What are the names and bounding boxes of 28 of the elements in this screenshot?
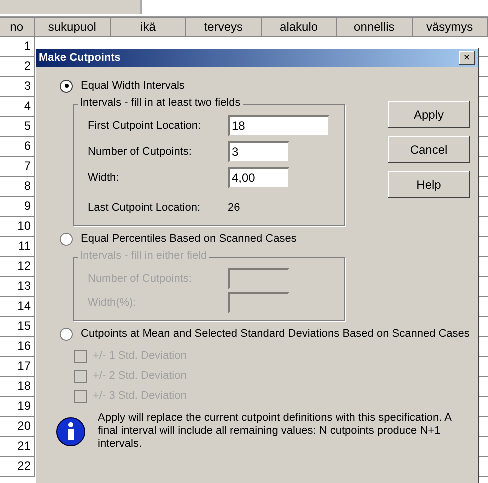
- input-field[interactable]: 4,00: [228, 167, 290, 189]
- dialog-button[interactable]: Apply: [388, 101, 470, 128]
- column-header[interactable]: väsymys: [412, 17, 488, 37]
- column-header[interactable]: no: [0, 17, 35, 37]
- dialog-button[interactable]: Help: [388, 171, 470, 198]
- column-header[interactable]: ikä: [111, 17, 186, 37]
- dialog-button[interactable]: Cancel: [388, 136, 470, 163]
- input-field[interactable]: 18: [228, 115, 330, 137]
- field-label: Number of Cutpoints:: [88, 146, 193, 158]
- cell-editor-field[interactable]: [0, 0, 142, 14]
- window-title: Make Cutpoints: [39, 52, 121, 64]
- result-value: 26: [228, 202, 240, 214]
- info-icon: [56, 416, 86, 446]
- close-button[interactable]: ×: [459, 51, 475, 65]
- column-header[interactable]: sukupuol: [34, 17, 112, 37]
- field-label: First Cutpoint Location:: [88, 120, 202, 132]
- radio-label: Equal Width Intervals: [81, 80, 185, 92]
- input-field[interactable]: 3: [228, 141, 290, 163]
- column-header[interactable]: alakulo: [262, 17, 338, 37]
- info-text: Apply will replace the current cutpoint definitions with this specification. A final interval will include all remaining values: N cutpoints produce N+1 intervals.: [98, 412, 453, 451]
- group-title: Intervals - fill in at least two fields: [78, 97, 243, 109]
- field-label: Width:: [88, 172, 120, 184]
- field-label: Last Cutpoint Location:: [88, 202, 202, 214]
- radio-label: Cutpoints at Mean and Selected Standard Deviations Based on Scanned Cases: [81, 328, 470, 340]
- column-header[interactable]: terveys: [186, 17, 262, 37]
- radio-button[interactable]: [60, 80, 73, 92]
- column-header[interactable]: onnellis: [337, 17, 413, 37]
- radio-label: Equal Percentiles Based on Scanned Cases: [81, 233, 297, 245]
